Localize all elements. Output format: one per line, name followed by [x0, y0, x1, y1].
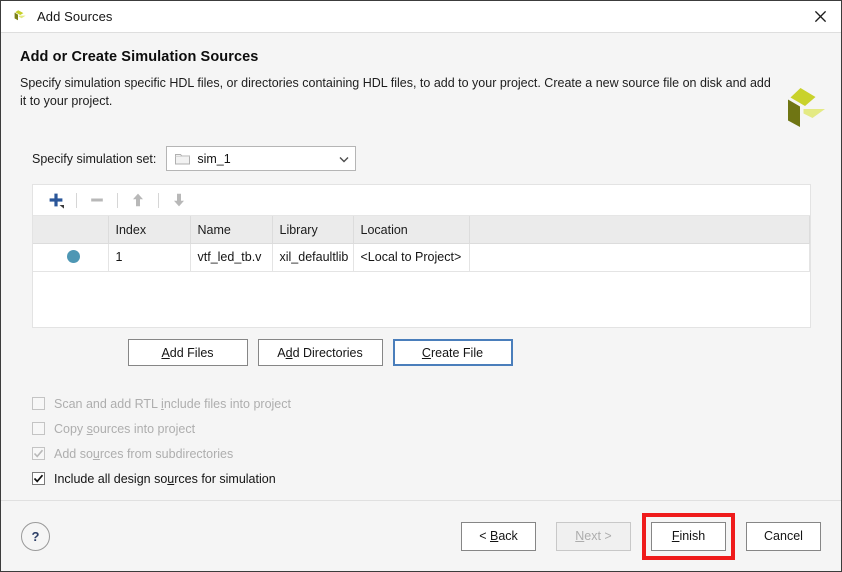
- arrow-down-icon: [174, 193, 184, 207]
- cell-name: vtf_led_tb.v: [190, 243, 273, 272]
- dialog-footer: ? < Back Next > Finish Cancel: [1, 500, 841, 571]
- add-directories-button[interactable]: Add Directories: [257, 339, 383, 366]
- column-header-filler: [469, 216, 810, 244]
- row-status-indicator: [33, 243, 109, 272]
- simulation-set-select[interactable]: sim_1: [166, 146, 357, 171]
- cell-index: 1: [108, 243, 191, 272]
- add-files-button[interactable]: Add Files: [127, 339, 248, 366]
- create-file-label: reate File: [430, 345, 484, 360]
- page-description: Specify simulation specific HDL files, o…: [20, 76, 771, 108]
- column-header-location[interactable]: Location: [353, 216, 470, 244]
- dialog-body: Specify simulation set: sim_1 Index Name…: [1, 120, 841, 500]
- add-files-mnemonic: A: [161, 345, 170, 360]
- cell-library: xil_defaultlib: [272, 243, 354, 272]
- option-add-subdirectories-rest: rces from subdirectories: [99, 446, 234, 461]
- add-directories-pre: A: [277, 345, 286, 360]
- create-file-button[interactable]: Create File: [392, 339, 513, 366]
- add-directories-label: d Directories: [292, 345, 363, 360]
- finish-highlight-annotation: Finish: [642, 512, 735, 560]
- option-scan-rtl-include-rest: nclude files into project: [163, 396, 291, 411]
- window-title: Add Sources: [37, 9, 113, 24]
- next-mnemonic: N: [575, 529, 585, 543]
- add-files-label: dd Files: [169, 345, 214, 360]
- column-header-name[interactable]: Name: [190, 216, 273, 244]
- option-add-subdirectories-mnemonic: u: [92, 446, 100, 461]
- checkbox-include-design-sources[interactable]: [32, 472, 45, 485]
- option-copy-sources-pre: Copy: [54, 421, 87, 436]
- help-button[interactable]: ?: [21, 521, 50, 551]
- back-prefix: <: [479, 529, 490, 543]
- back-label: ack: [498, 529, 518, 543]
- question-mark-icon: ?: [31, 528, 40, 544]
- sources-table-panel: Index Name Library Location 1 vtf_led_tb…: [32, 184, 811, 328]
- option-copy-sources-rest: ources into project: [92, 421, 196, 436]
- chevron-down-icon: [337, 152, 351, 166]
- add-sources-dialog: Add Sources Add or Create Simulation Sou…: [0, 0, 842, 572]
- column-header-index[interactable]: Index: [108, 216, 191, 244]
- table-header-row: Index Name Library Location: [33, 216, 810, 244]
- sources-toolbar: [33, 185, 810, 216]
- check-mark-icon: [33, 449, 44, 458]
- file-actions-row: Add Files Add Directories Create File: [20, 339, 620, 366]
- option-scan-rtl-include-pre: Scan and add RTL: [54, 396, 162, 411]
- add-sources-button[interactable]: [43, 188, 69, 212]
- toolbar-separator: [117, 192, 118, 208]
- dialog-header: Add or Create Simulation Sources Specify…: [1, 33, 841, 127]
- close-glyph: [814, 10, 826, 22]
- table-empty-area: [33, 272, 810, 327]
- toolbar-separator: [76, 192, 77, 208]
- cell-filler: [469, 243, 810, 272]
- wizard-navigation: < Back Next > Finish Cancel: [461, 512, 821, 560]
- arrow-up-icon: [133, 193, 143, 207]
- minus-icon: [91, 198, 103, 202]
- option-add-subdirectories[interactable]: Add sources from subdirectories: [32, 441, 822, 466]
- option-include-design-sources[interactable]: Include all design sources for simulatio…: [32, 466, 822, 491]
- option-include-design-sources-pre: Include all design so: [54, 471, 168, 486]
- checkbox-add-subdirectories[interactable]: [32, 447, 45, 460]
- title-bar: Add Sources: [1, 1, 841, 33]
- cell-location: <Local to Project>: [353, 243, 470, 272]
- checkbox-scan-rtl-include[interactable]: [32, 397, 45, 410]
- back-button[interactable]: < Back: [461, 521, 536, 551]
- cancel-button[interactable]: Cancel: [746, 521, 821, 551]
- options-list: Scan and add RTL include files into proj…: [32, 391, 822, 491]
- close-icon[interactable]: [799, 1, 841, 31]
- next-button[interactable]: Next >: [556, 521, 631, 551]
- cancel-label: Cancel: [764, 529, 803, 543]
- option-scan-rtl-include[interactable]: Scan and add RTL include files into proj…: [32, 391, 822, 416]
- check-mark-icon: [33, 474, 44, 483]
- toolbar-separator: [158, 192, 159, 208]
- add-directories-mnemonic: d: [285, 345, 293, 360]
- option-add-subdirectories-pre: Add so: [54, 446, 93, 461]
- option-include-design-sources-rest: rces for simulation: [174, 471, 276, 486]
- next-label: ext >: [584, 529, 612, 543]
- create-file-mnemonic: C: [421, 345, 431, 360]
- column-header-status[interactable]: [33, 216, 109, 244]
- vivado-logo-icon: [10, 8, 28, 26]
- simulation-set-value: sim_1: [197, 151, 231, 166]
- finish-label: inish: [679, 529, 706, 543]
- move-up-button[interactable]: [125, 188, 151, 212]
- column-header-library[interactable]: Library: [272, 216, 354, 244]
- checkbox-copy-sources[interactable]: [32, 422, 45, 435]
- plus-icon: [49, 193, 64, 209]
- move-down-button[interactable]: [166, 188, 192, 212]
- sources-table: Index Name Library Location 1 vtf_led_tb…: [33, 216, 810, 272]
- folder-icon: [175, 152, 191, 165]
- status-dot-icon: [67, 250, 81, 263]
- simulation-set-label: Specify simulation set:: [32, 151, 157, 166]
- remove-source-button[interactable]: [84, 188, 110, 212]
- table-row[interactable]: 1 vtf_led_tb.v xil_defaultlib <Local to …: [33, 243, 810, 272]
- page-title: Add or Create Simulation Sources: [20, 49, 259, 65]
- option-copy-sources[interactable]: Copy sources into project: [32, 416, 822, 441]
- simulation-set-row: Specify simulation set: sim_1: [32, 146, 822, 171]
- finish-button[interactable]: Finish: [651, 521, 726, 551]
